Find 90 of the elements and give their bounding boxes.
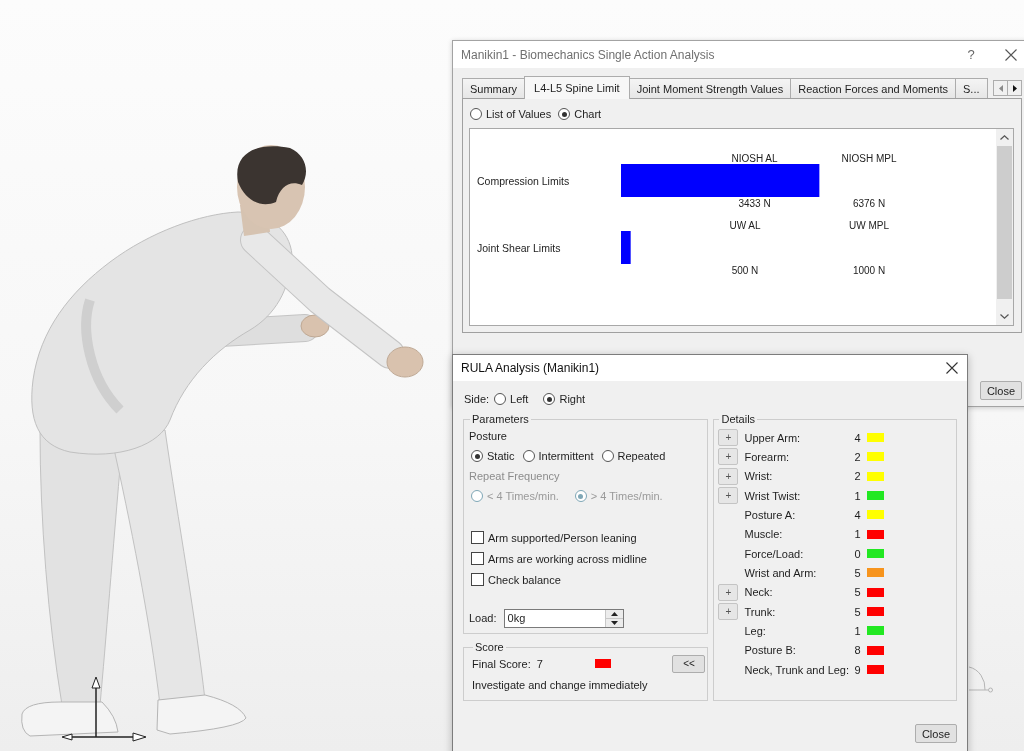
checkbox-option[interactable]: Arms are working across midline <box>469 548 703 569</box>
detail-score: 0 <box>853 547 862 560</box>
detail-score: 5 <box>853 586 862 599</box>
limit-label: UW MPL <box>849 220 889 231</box>
score-verdict: Investigate and change immediately <box>472 678 649 693</box>
radio-option[interactable]: Chart <box>558 108 602 120</box>
detail-score: 1 <box>853 624 862 637</box>
detail-label: Neck: <box>744 586 774 599</box>
close-icon <box>1005 48 1017 61</box>
axis-triad-icon <box>60 675 148 743</box>
vertical-scrollbar[interactable] <box>996 129 1013 325</box>
limit-label: NIOSH AL <box>731 153 778 164</box>
radio-option[interactable]: Intermittent <box>522 450 594 462</box>
detail-score: 2 <box>853 451 862 463</box>
compass-arc-icon <box>968 665 994 695</box>
scrollbar-thumb[interactable] <box>997 146 1012 299</box>
checkbox-option[interactable]: Arm supported/Person leaning <box>469 527 703 548</box>
side-label: Side: <box>464 393 490 405</box>
category-label: Joint Shear Limits <box>477 240 562 254</box>
group-title: Details <box>720 413 757 426</box>
help-button[interactable]: ? <box>951 41 991 68</box>
limit-value: 1000 N <box>852 265 886 275</box>
detail-label: Leg: <box>744 624 767 637</box>
spin-up-button[interactable] <box>605 609 623 618</box>
radio-option[interactable]: Left <box>494 393 529 405</box>
expand-button[interactable]: + <box>718 583 739 601</box>
triangle-down-icon <box>610 620 618 625</box>
tab-scroll-right-button[interactable] <box>1008 80 1022 96</box>
group-title: Parameters <box>471 413 530 426</box>
tab[interactable]: S... <box>955 78 988 98</box>
expand-button[interactable]: + <box>718 603 739 621</box>
chevron-up-icon[interactable] <box>1000 135 1009 140</box>
close-icon <box>946 362 958 374</box>
expand-button[interactable]: + <box>718 467 739 485</box>
detail-score: 2 <box>853 470 862 483</box>
chevron-down-icon[interactable] <box>1000 314 1009 319</box>
tab[interactable]: Reaction Forces and Moments <box>790 78 956 98</box>
tab[interactable]: Summary <box>462 78 526 98</box>
spin-down-button[interactable] <box>605 617 623 627</box>
expand-button[interactable]: + <box>718 448 739 466</box>
tab[interactable]: L4-L5 Spine Limit <box>524 76 630 99</box>
detail-label: Trunk: <box>744 605 777 618</box>
limit-value: 500 N <box>731 265 759 275</box>
value-bar <box>621 231 631 264</box>
tab[interactable]: Joint Moment Strength Values <box>628 78 792 98</box>
group-title: Score <box>474 641 505 654</box>
checkbox-option[interactable]: Check balance <box>469 569 703 590</box>
detail-label: Neck, Trunk and Leg: <box>744 663 851 676</box>
posture-label: Posture <box>469 430 507 442</box>
triangle-up-icon <box>610 611 618 616</box>
close-button[interactable]: Close <box>914 724 957 743</box>
radio-option[interactable]: List of Values <box>470 108 552 120</box>
detail-label: Force/Load: <box>744 547 805 560</box>
detail-label: Upper Arm: <box>744 431 802 444</box>
toggle-details-button[interactable]: << <box>672 654 706 673</box>
limit-label: NIOSH MPL <box>841 153 897 164</box>
detail-label: Posture A: <box>744 508 797 521</box>
detail-label: Wrist and Arm: <box>744 566 818 579</box>
category-label: Compression Limits <box>477 173 571 187</box>
radio-option[interactable]: Repeated <box>601 450 666 462</box>
detail-label: Forearm: <box>744 451 791 463</box>
final-score-label: Final Score: <box>472 657 531 670</box>
limit-value: 3433 N <box>738 198 771 208</box>
expand-button[interactable]: + <box>718 487 739 505</box>
triangle-right-icon <box>1012 84 1017 92</box>
detail-score: 5 <box>853 605 862 618</box>
triangle-left-icon <box>998 84 1003 92</box>
detail-score: 4 <box>853 508 862 521</box>
window-title: Manikin1 - Biomechanics Single Action Analysis <box>460 47 716 62</box>
close-button[interactable]: Close <box>979 381 1022 400</box>
detail-score: 1 <box>853 528 862 541</box>
limit-value: 6376 N <box>852 198 886 208</box>
limit-label: UW AL <box>729 220 761 231</box>
final-score-value: 7 <box>536 657 543 670</box>
load-label: Load: <box>469 612 497 624</box>
detail-score: 8 <box>853 644 862 657</box>
detail-label: Muscle: <box>744 528 784 541</box>
detail-label: Wrist: <box>744 470 774 483</box>
window-title: RULA Analysis (Manikin1) <box>460 361 601 375</box>
detail-score: 1 <box>853 489 862 502</box>
detail-score: 4 <box>853 431 862 444</box>
detail-score: 9 <box>853 663 862 676</box>
frequency-label: Repeat Frequency <box>469 470 560 482</box>
detail-label: Wrist Twist: <box>744 489 802 502</box>
load-field[interactable]: 0kg <box>503 608 624 628</box>
radio-option[interactable]: Static <box>471 450 515 462</box>
detail-score: 5 <box>853 566 862 579</box>
detail-label: Posture B: <box>744 644 797 657</box>
expand-button[interactable]: + <box>718 429 739 447</box>
radio-option[interactable]: Right <box>543 393 586 405</box>
